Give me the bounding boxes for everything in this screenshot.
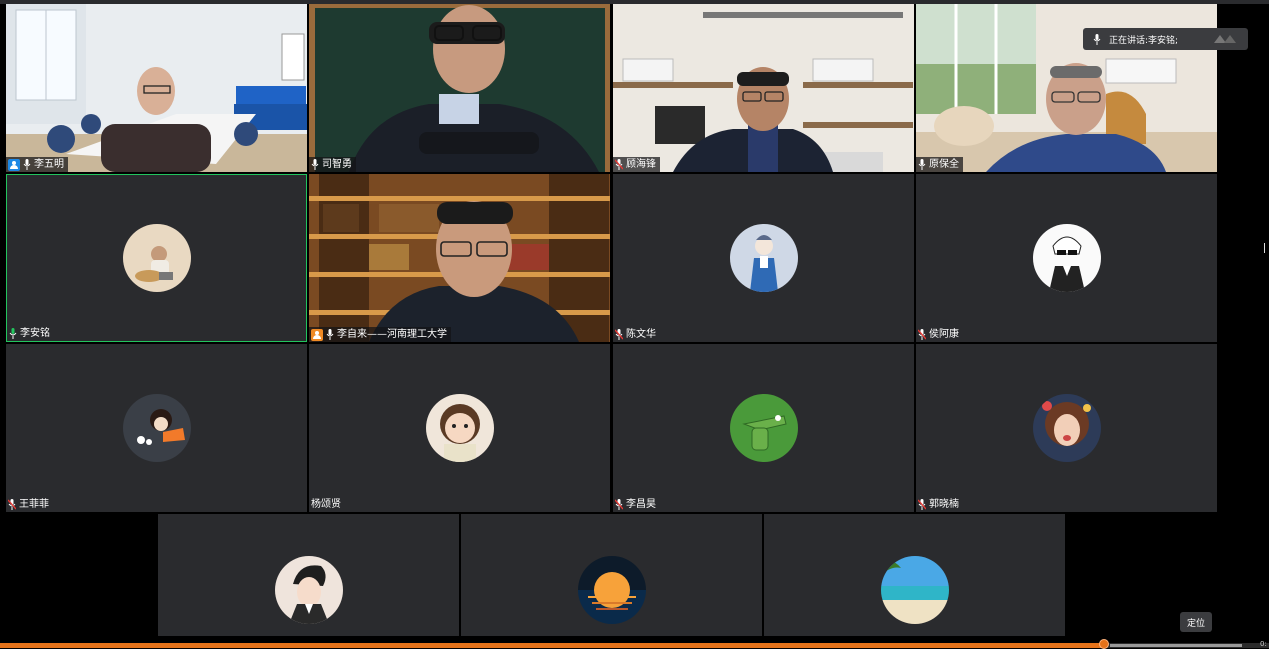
collapse-handle-icon[interactable] xyxy=(1212,33,1240,45)
participant-name-bar: 郭晓楠 xyxy=(916,497,963,512)
video-tile-participant-12[interactable]: 郭晓楠 xyxy=(916,344,1217,512)
video-tile-participant-8[interactable]: 侯阿康 xyxy=(916,174,1217,342)
participant-avatar xyxy=(274,556,343,624)
participant-name-bar: 李昌昊 xyxy=(613,497,660,512)
microphone-active-icon xyxy=(9,328,17,339)
locate-label: 定位 xyxy=(1186,618,1205,629)
participant-name: 司智勇 xyxy=(322,159,352,170)
video-tile-participant-10[interactable]: 杨颂贤 xyxy=(309,344,610,512)
video-tile-participant-9[interactable]: 王菲菲 xyxy=(6,344,307,512)
microphone-muted-icon xyxy=(8,499,16,510)
participant-name-bar: 杨颂贤 xyxy=(309,497,345,512)
participant-name: 李安铭 xyxy=(20,328,50,339)
participant-name-bar: 原保全 xyxy=(916,157,963,172)
participant-name: 郭晓楠 xyxy=(929,499,959,510)
microphone-icon xyxy=(23,159,31,170)
video-tile-participant-13[interactable] xyxy=(158,514,459,636)
microphone-muted-icon xyxy=(615,159,623,170)
participant-name-bar: 李安铭 xyxy=(7,326,54,341)
locate-button[interactable]: 定位 xyxy=(1180,612,1212,632)
participant-avatar xyxy=(577,556,646,624)
video-tile-participant-3[interactable]: 顾海锋 xyxy=(613,4,914,172)
participant-avatar xyxy=(425,394,494,462)
participant-name-bar: 李自来——河南理工大学 xyxy=(309,327,451,342)
microphone-icon xyxy=(311,159,319,170)
participant-name: 顾海锋 xyxy=(626,159,656,170)
cohost-badge-icon xyxy=(311,328,323,341)
video-tile-participant-1[interactable]: 李五明 xyxy=(6,4,307,172)
participant-avatar xyxy=(1032,224,1101,292)
speaking-name: 李安铭; xyxy=(1148,35,1179,46)
participant-name: 李五明 xyxy=(34,159,64,170)
playback-time: 0: xyxy=(1260,640,1267,648)
participant-name-bar: 王菲菲 xyxy=(6,497,53,512)
participant-name: 王菲菲 xyxy=(19,499,49,510)
video-tile-participant-6[interactable]: 李自来——河南理工大学 xyxy=(309,174,610,342)
participant-video-chalkboard xyxy=(309,4,610,172)
participant-name-bar: 司智勇 xyxy=(309,157,356,172)
participant-name-bar: 顾海锋 xyxy=(613,157,660,172)
participant-avatar xyxy=(880,556,949,624)
active-speaker-indicator: 正在讲话: 李安铭; xyxy=(1083,28,1248,50)
video-tile-participant-2[interactable]: 司智勇 xyxy=(309,4,610,172)
video-tile-participant-5-active-speaker[interactable]: 李安铭 xyxy=(6,174,307,342)
participant-name-bar: 李五明 xyxy=(6,157,68,172)
scroll-edge-marker xyxy=(1264,243,1265,253)
video-tile-participant-14[interactable] xyxy=(461,514,762,636)
speaking-prefix: 正在讲话: xyxy=(1109,35,1149,46)
video-tile-participant-11[interactable]: 李昌昊 xyxy=(613,344,914,512)
participant-video-bookshelf-office xyxy=(613,4,914,172)
participant-avatar xyxy=(729,394,798,462)
microphone-muted-icon xyxy=(615,329,623,340)
video-tile-participant-7[interactable]: 陈文华 xyxy=(613,174,914,342)
microphone-muted-icon xyxy=(918,499,926,510)
host-badge-icon xyxy=(8,158,20,171)
participant-name: 原保全 xyxy=(929,159,959,170)
participant-name: 李自来——河南理工大学 xyxy=(337,329,447,340)
playback-progress-bar[interactable] xyxy=(0,639,1269,649)
participant-avatar xyxy=(122,394,191,462)
progress-fill xyxy=(0,643,1104,648)
participant-video-office xyxy=(6,4,307,172)
microphone-icon xyxy=(326,329,334,340)
video-tile-participant-15[interactable] xyxy=(764,514,1065,636)
participant-avatar xyxy=(729,224,798,292)
participant-name: 杨颂贤 xyxy=(311,499,341,510)
microphone-muted-icon xyxy=(918,329,926,340)
microphone-icon xyxy=(1093,33,1101,45)
participant-name: 侯阿康 xyxy=(929,329,959,340)
participant-name-bar: 侯阿康 xyxy=(916,327,963,342)
participant-name: 陈文华 xyxy=(626,329,656,340)
participant-video-library xyxy=(309,174,610,342)
participant-avatar xyxy=(1032,394,1101,462)
participant-name-bar: 陈文华 xyxy=(613,327,660,342)
progress-buffer xyxy=(1110,644,1242,647)
microphone-icon xyxy=(918,159,926,170)
microphone-muted-icon xyxy=(615,499,623,510)
participant-avatar xyxy=(122,224,191,292)
participant-name: 李昌昊 xyxy=(626,499,656,510)
